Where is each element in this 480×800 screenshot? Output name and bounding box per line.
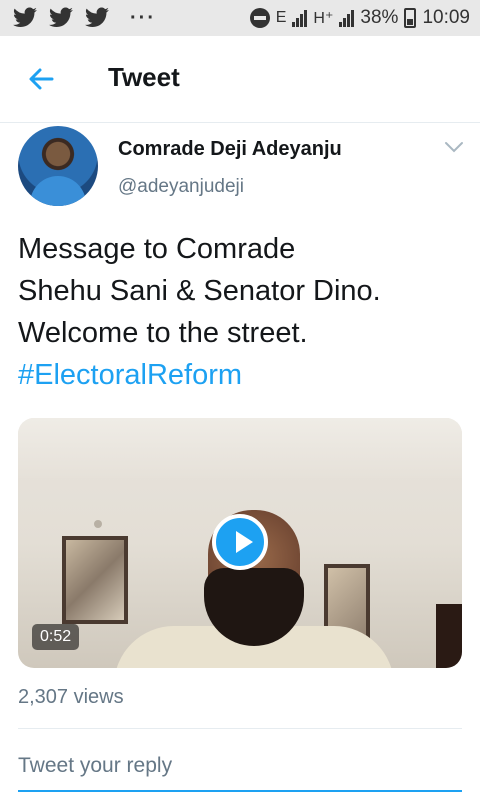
- tweet-text: Message to Comrade Shehu Sani & Senator …: [18, 228, 468, 396]
- app-header: Tweet: [0, 36, 480, 123]
- signal-icon: [339, 9, 355, 27]
- battery-icon: [404, 8, 417, 28]
- page-title: Tweet: [108, 62, 180, 92]
- video-duration: 0:52: [32, 624, 80, 650]
- hashtag-link[interactable]: #ElectoralReform: [18, 354, 468, 396]
- more-notifications-icon: ···: [130, 6, 156, 29]
- author-name[interactable]: Comrade Deji Adeyanju: [118, 138, 342, 161]
- signal-icon: [292, 9, 308, 27]
- play-icon[interactable]: [212, 514, 268, 570]
- battery-percent: 38%: [360, 7, 399, 28]
- network-type-label: H⁺: [313, 10, 334, 27]
- status-bar: ··· E H⁺ 38% 10:09: [0, 0, 480, 36]
- video-player[interactable]: 0:52: [18, 418, 462, 668]
- chevron-down-icon[interactable]: [444, 140, 464, 154]
- tweet-text-line: Shehu Sani & Senator Dino.: [18, 275, 381, 307]
- do-not-disturb-icon: [249, 8, 270, 28]
- view-count: 2,307 views: [18, 686, 124, 708]
- notification-icons: ···: [0, 7, 156, 30]
- reply-input[interactable]: Tweet your reply: [18, 750, 462, 792]
- network-type-label: E: [275, 9, 287, 26]
- tweet-text-line: Message to Comrade: [18, 233, 296, 265]
- twitter-icon: [13, 7, 37, 27]
- avatar[interactable]: [18, 126, 98, 206]
- system-icons: E H⁺ 38% 10:09: [249, 0, 470, 36]
- wall-picture-frame: [62, 536, 128, 624]
- back-arrow-icon[interactable]: [26, 64, 56, 94]
- divider: [18, 728, 462, 729]
- author-handle[interactable]: @adeyanjudeji: [118, 176, 244, 198]
- twitter-icon: [85, 7, 109, 27]
- clock: 10:09: [422, 7, 470, 28]
- tweet-text-line: Welcome to the street.: [18, 317, 308, 349]
- twitter-icon: [49, 7, 73, 27]
- reply-placeholder: Tweet your reply: [18, 754, 173, 777]
